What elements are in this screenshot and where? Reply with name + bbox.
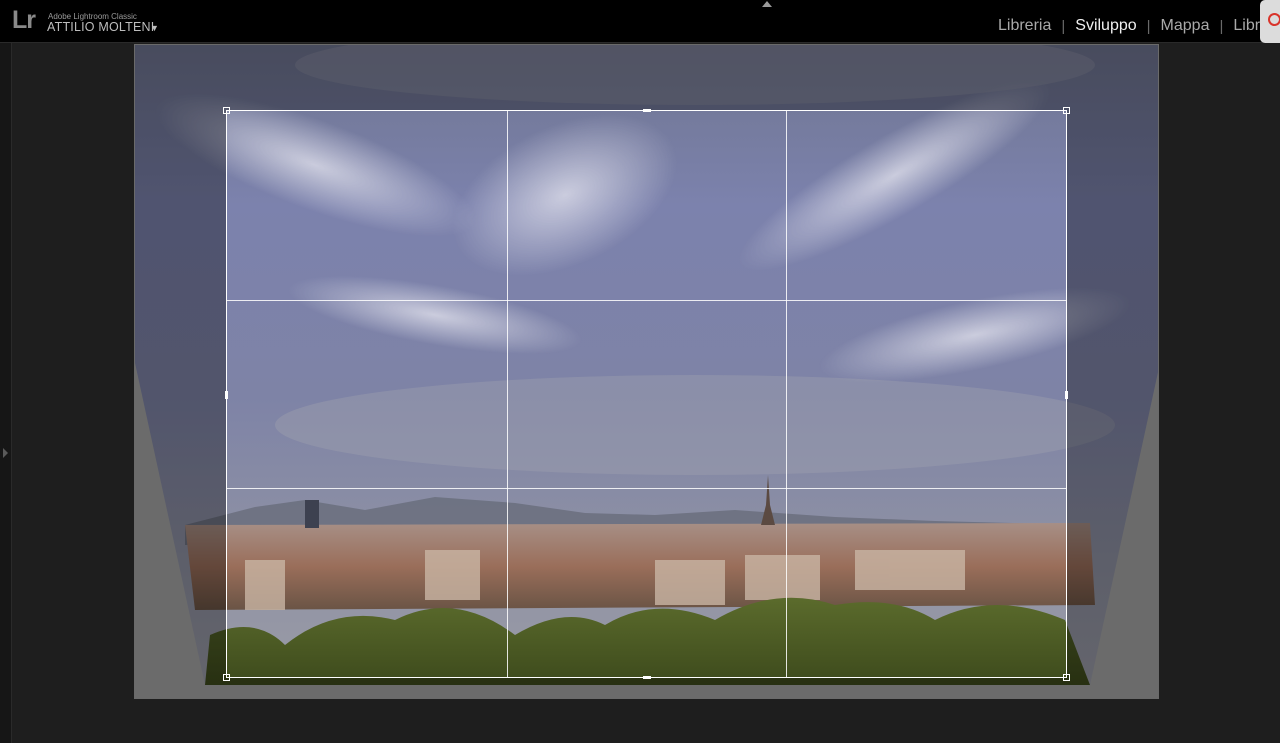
image-canvas	[134, 44, 1159, 699]
triangle-right-icon[interactable]	[3, 448, 8, 458]
crop-grid-line	[227, 488, 1066, 490]
top-panel: Lr Adobe Lightroom Classic ATTILIO MOLTE…	[0, 0, 1280, 43]
module-libro[interactable]: Libr	[1233, 17, 1260, 35]
crop-grid-line	[506, 111, 508, 677]
crop-handle-left[interactable]	[225, 391, 228, 399]
left-panel-collapsed	[0, 43, 12, 743]
crop-handle-top-right[interactable]	[1063, 107, 1070, 114]
crop-handle-bottom-right[interactable]	[1063, 674, 1070, 681]
module-picker: Libreria | Sviluppo | Mappa | Libr	[998, 17, 1260, 35]
alarm-icon	[1268, 13, 1280, 26]
module-mappa[interactable]: Mappa	[1161, 17, 1210, 35]
crop-handle-top-left[interactable]	[223, 107, 230, 114]
module-separator: |	[1219, 17, 1224, 35]
crop-handle-bottom[interactable]	[643, 676, 651, 679]
identity-plate-user[interactable]: ATTILIO MOLTENI	[47, 20, 154, 34]
crop-grid-line	[786, 111, 788, 677]
crop-handle-top[interactable]	[643, 109, 651, 112]
notification-badge[interactable]	[1260, 0, 1280, 43]
module-separator: |	[1146, 17, 1151, 35]
crop-handle-right[interactable]	[1065, 391, 1068, 399]
module-sviluppo[interactable]: Sviluppo	[1075, 17, 1136, 35]
lightroom-logo: Lr	[12, 6, 36, 34]
crop-frame[interactable]	[223, 107, 1070, 681]
crop-grid-line	[227, 299, 1066, 301]
chevron-down-icon[interactable]: ▼	[150, 23, 159, 33]
triangle-up-icon[interactable]	[762, 1, 772, 7]
crop-handle-bottom-left[interactable]	[223, 674, 230, 681]
module-libreria[interactable]: Libreria	[998, 17, 1051, 35]
module-separator: |	[1061, 17, 1066, 35]
